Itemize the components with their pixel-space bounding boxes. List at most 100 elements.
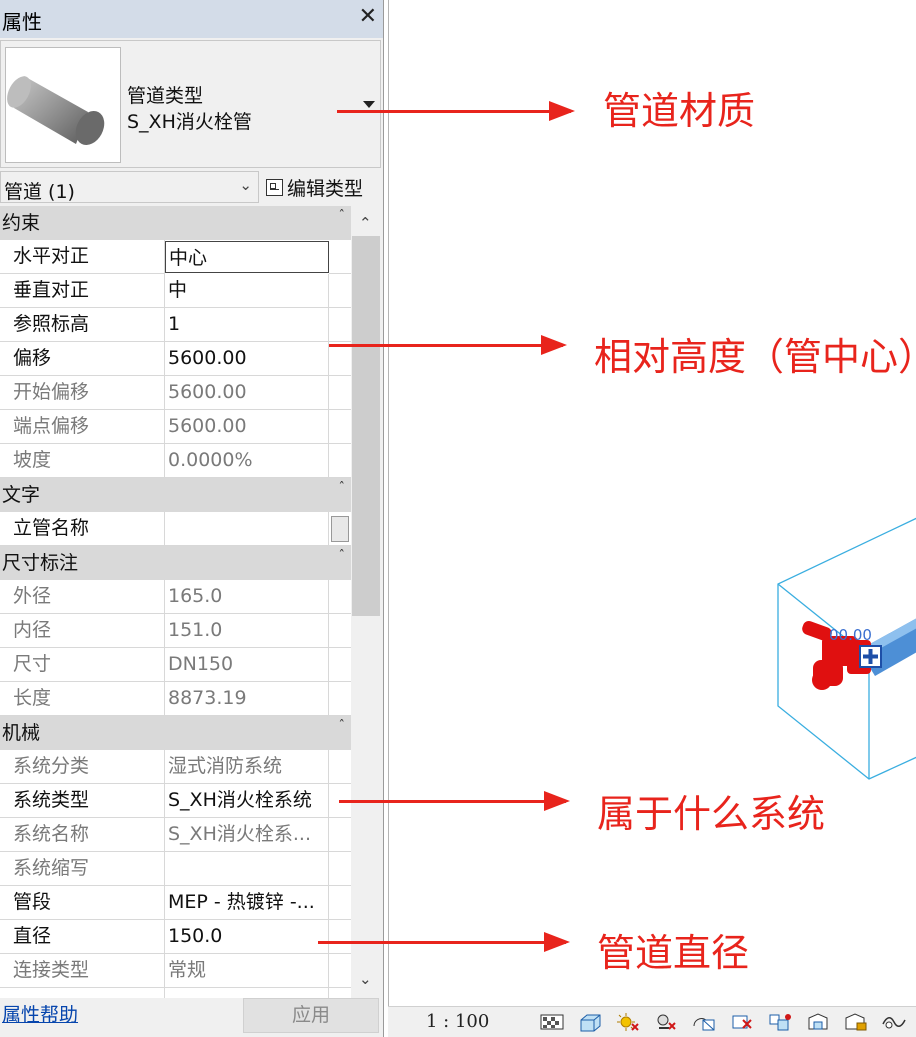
- property-name: 系统缩写: [0, 852, 165, 886]
- pipe-type-thumbnail: [5, 47, 121, 163]
- property-value-input[interactable]: 中心: [165, 241, 329, 273]
- type-name-label: S_XH消火栓管: [127, 111, 252, 133]
- group-label: 尺寸标注: [2, 552, 79, 574]
- property-row: 系统分类 湿式消防系统: [0, 750, 351, 784]
- show-crop-icon[interactable]: [726, 1010, 758, 1034]
- property-row[interactable]: 立管名称: [0, 512, 351, 546]
- property-value[interactable]: MEP - 热镀锌 -...: [165, 886, 329, 920]
- property-value: 165.0: [165, 580, 329, 614]
- apply-button[interactable]: 应用: [243, 998, 379, 1033]
- analysis-display-icon[interactable]: [878, 1010, 910, 1034]
- type-selector[interactable]: 管道类型 S_XH消火栓管: [0, 40, 381, 168]
- group-header-constraints[interactable]: 约束 ˆ: [0, 206, 351, 240]
- property-value: 湿式消防系统: [165, 750, 329, 784]
- property-row: 外径 165.0: [0, 580, 351, 614]
- row-edge: [329, 410, 351, 444]
- properties-scrollbar[interactable]: ⌃ ⌄: [351, 206, 381, 998]
- property-name: 系统名称: [0, 818, 165, 852]
- property-name: 尺寸: [0, 648, 165, 682]
- temporary-hide-icon[interactable]: [764, 1010, 796, 1034]
- row-edge: [329, 274, 351, 308]
- property-row: 系统缩写: [0, 852, 351, 886]
- view-scale[interactable]: 1 : 100: [426, 1011, 489, 1032]
- property-value: 151.0: [165, 614, 329, 648]
- property-name: 水平对正: [0, 240, 165, 274]
- property-row[interactable]: 偏移 5600.00: [0, 342, 351, 376]
- property-row: 系统名称 S_XH消火栓系...: [0, 818, 351, 852]
- instance-filter-dropdown[interactable]: 管道 (1) ⌄: [0, 171, 259, 203]
- property-value[interactable]: 150.0: [165, 920, 329, 954]
- collapse-icon[interactable]: ˆ: [339, 472, 346, 506]
- reveal-hidden-icon[interactable]: [802, 1010, 834, 1034]
- pipe-3d-view[interactable]: 00.00: [389, 0, 916, 1006]
- property-name: 偏移: [0, 342, 165, 376]
- property-row: 长度 8873.19: [0, 682, 351, 716]
- collapse-icon[interactable]: ˆ: [339, 540, 346, 574]
- property-value: 5600.00: [165, 376, 329, 410]
- annotation-arrow: [318, 932, 570, 952]
- crop-view-icon[interactable]: [688, 1010, 720, 1034]
- row-edge: [329, 920, 351, 954]
- property-name: 垂直对正: [0, 274, 165, 308]
- visual-style-icon[interactable]: [574, 1010, 606, 1034]
- type-family-label: 管道类型: [127, 85, 204, 107]
- group-header-dimensions[interactable]: 尺寸标注 ˆ: [0, 546, 351, 580]
- annotation-arrow: [339, 791, 570, 811]
- properties-palette: 属性 ✕ 管道类型 S_XH消火栓管 管道 (1) ⌄ 编辑类型 约束 ˆ 水平…: [0, 0, 384, 1037]
- property-row: 内径 151.0: [0, 614, 351, 648]
- edit-type-button[interactable]: 编辑类型: [266, 173, 363, 201]
- scroll-down-icon[interactable]: ⌄: [359, 970, 372, 988]
- property-name: 管段: [0, 886, 165, 920]
- property-row[interactable]: 直径 150.0: [0, 920, 351, 954]
- filter-row: 管道 (1) ⌄ 编辑类型: [0, 170, 383, 204]
- view-canvas[interactable]: 00.00 管道材质 相对高度（管中心） 属于什么系统 管道直径: [318, 0, 916, 1006]
- shadows-icon[interactable]: [650, 1010, 682, 1034]
- app-window: 属性 ✕ 管道类型 S_XH消火栓管 管道 (1) ⌄ 编辑类型 约束 ˆ 水平…: [0, 0, 916, 1037]
- property-row[interactable]: 垂直对正 中: [0, 274, 351, 308]
- property-row: 尺寸 DN150: [0, 648, 351, 682]
- pipe-offset-label: 00.00: [829, 626, 872, 644]
- property-value[interactable]: 1: [165, 308, 329, 342]
- view-control-bar: 1 : 100: [388, 1006, 916, 1037]
- property-value[interactable]: [165, 512, 329, 546]
- property-row[interactable]: 管段 MEP - 热镀锌 -...: [0, 886, 351, 920]
- property-name: 直径: [0, 920, 165, 954]
- group-label: 机械: [2, 722, 41, 744]
- property-name: 端点偏移: [0, 410, 165, 444]
- scrollbar-thumb[interactable]: [352, 236, 380, 616]
- group-header-mechanical[interactable]: 机械 ˆ: [0, 716, 351, 750]
- property-row[interactable]: 系统类型 S_XH消火栓系统: [0, 784, 351, 818]
- edit-type-label: 编辑类型: [287, 177, 364, 200]
- close-icon[interactable]: ✕: [359, 4, 377, 29]
- property-value: [165, 988, 329, 998]
- row-edge: [329, 240, 351, 274]
- property-name: 连接类型: [0, 954, 165, 988]
- dropdown-arrow-icon[interactable]: [363, 101, 375, 108]
- scroll-up-icon[interactable]: ⌃: [359, 214, 372, 232]
- annotation-arrow: [329, 335, 567, 355]
- property-row[interactable]: 水平对正 中心: [0, 240, 351, 274]
- row-edge: [329, 614, 351, 648]
- property-row: 开始偏移 5600.00: [0, 376, 351, 410]
- property-value[interactable]: 5600.00: [165, 342, 329, 376]
- collapse-icon[interactable]: ˆ: [339, 710, 346, 744]
- lock-3d-view-icon[interactable]: [840, 1010, 872, 1034]
- properties-help-link[interactable]: 属性帮助: [2, 1000, 78, 1027]
- annotation-diameter: 管道直径: [597, 931, 750, 975]
- palette-title: 属性: [2, 10, 42, 34]
- row-edge: [329, 988, 351, 998]
- sun-path-icon[interactable]: [612, 1010, 644, 1034]
- group-header-text[interactable]: 文字 ˆ: [0, 478, 351, 512]
- property-value[interactable]: 中: [165, 274, 329, 308]
- group-label: 文字: [2, 484, 41, 506]
- group-label: 约束: [2, 212, 41, 234]
- collapse-icon[interactable]: ˆ: [339, 206, 346, 234]
- annotation-arrow: [337, 101, 575, 121]
- property-row[interactable]: 参照标高 1: [0, 308, 351, 342]
- palette-titlebar[interactable]: 属性 ✕: [0, 0, 383, 38]
- row-edge: [329, 308, 351, 342]
- browse-button[interactable]: [331, 516, 349, 542]
- property-row: 坡度 0.0000%: [0, 444, 351, 478]
- detail-level-icon[interactable]: [536, 1010, 568, 1034]
- property-value[interactable]: S_XH消火栓系统: [165, 784, 329, 818]
